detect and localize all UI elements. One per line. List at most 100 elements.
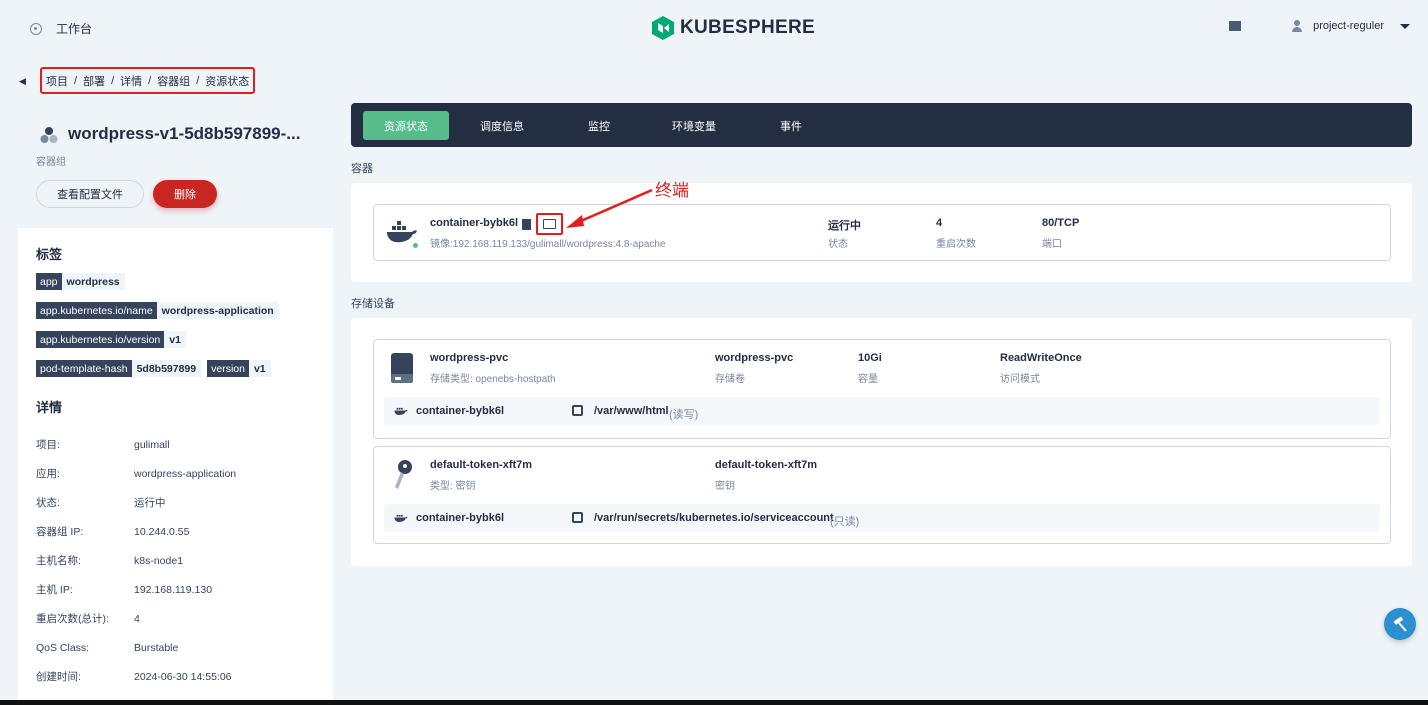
details-list: 项目: gulimall 应用: wordpress-application 状态:… bbox=[36, 430, 321, 691]
view-config-button[interactable]: 查看配置文件 bbox=[36, 180, 144, 208]
volume-ref[interactable]: wordpress-pvc bbox=[715, 352, 793, 364]
key-icon bbox=[395, 460, 412, 489]
crumb-detail[interactable]: 详情 bbox=[120, 73, 142, 89]
details-title: 详情 bbox=[36, 400, 63, 415]
detail-value: wordpress-application bbox=[134, 467, 237, 480]
label-tag: app.kubernetes.io/name wordpress-applicat… bbox=[36, 302, 279, 319]
access-mode: ReadWriteOnce bbox=[1000, 352, 1082, 364]
top-header: 工作台 KUBESPHERE project-reguler bbox=[0, 0, 1428, 56]
workbench-link[interactable]: 工作台 bbox=[30, 20, 92, 37]
detail-key: 项目: bbox=[36, 439, 60, 451]
detail-value: k8s-node1 bbox=[134, 554, 184, 567]
delete-button[interactable]: 删除 bbox=[153, 180, 217, 208]
volume-capacity: 10Gi bbox=[858, 352, 882, 364]
tab-resource-status[interactable]: 资源状态 bbox=[363, 111, 449, 140]
detail-row: 状态: 运行中 bbox=[36, 488, 321, 517]
help-hammer-button[interactable] bbox=[1384, 608, 1416, 640]
crumb-separator: / bbox=[111, 74, 115, 87]
label-key: app.kubernetes.io/version bbox=[36, 331, 165, 348]
mount-point-icon bbox=[572, 405, 583, 416]
detail-key: QoS Class: bbox=[36, 641, 90, 654]
containers-section-title: 容器 bbox=[351, 163, 373, 175]
window-bottom-edge bbox=[0, 700, 1428, 705]
breadcrumb: 项目 / 部署 / 详情 / 容器组 / 资源状态 bbox=[40, 67, 256, 94]
detail-row: 主机 IP: 192.168.119.130 bbox=[36, 575, 321, 604]
detail-key: 重启次数(总计): bbox=[36, 613, 109, 625]
detail-key: 容器组 IP: bbox=[36, 526, 84, 538]
tab-env-vars[interactable]: 环境变量 bbox=[651, 111, 737, 140]
container-image: 镜像:192.168.119.133/gulimall/wordpress:4.… bbox=[430, 239, 666, 250]
capacity-label: 容量 bbox=[858, 374, 878, 385]
crumb-separator: / bbox=[148, 74, 152, 87]
labels-list: app wordpress app.kubernetes.io/name wordp… bbox=[36, 273, 321, 389]
terminal-icon[interactable] bbox=[543, 219, 556, 229]
hard-disk-icon bbox=[391, 353, 413, 383]
label-key: app bbox=[36, 273, 62, 290]
detail-key: 状态: bbox=[36, 497, 60, 509]
label-value: wordpress-application bbox=[156, 302, 279, 319]
label-key: version bbox=[207, 360, 249, 377]
secret-ref-label: 密钥 bbox=[715, 481, 735, 492]
volume-name[interactable]: wordpress-pvc bbox=[430, 352, 508, 364]
detail-value: 运行中 bbox=[134, 497, 166, 509]
detail-row: 容器组 IP: 10.244.0.55 bbox=[36, 517, 321, 546]
storage-panel: wordpress-pvc 存储类型: openebs-hostpath wor… bbox=[351, 318, 1412, 566]
crumb-deploy[interactable]: 部署 bbox=[83, 73, 105, 89]
volume-card[interactable]: wordpress-pvc 存储类型: openebs-hostpath wor… bbox=[373, 339, 1391, 439]
detail-value: 2024-06-30 14:55:06 bbox=[134, 670, 232, 683]
detail-key: 创建时间: bbox=[36, 671, 81, 683]
label-value: v1 bbox=[248, 360, 271, 377]
notification-icon[interactable] bbox=[1229, 21, 1242, 31]
user-menu[interactable]: project-reguler bbox=[1313, 20, 1384, 32]
docker-icon bbox=[394, 514, 408, 522]
kubesphere-logo-icon bbox=[652, 16, 674, 40]
restart-label: 重启次数 bbox=[936, 239, 976, 250]
chevron-down-icon[interactable] bbox=[1400, 23, 1410, 29]
status-dot bbox=[412, 242, 419, 249]
crumb-pods[interactable]: 容器组 bbox=[157, 73, 190, 89]
container-port: 80/TCP bbox=[1042, 217, 1080, 229]
detail-key: 应用: bbox=[36, 468, 60, 480]
container-name[interactable]: container-bybk6l bbox=[430, 217, 518, 229]
crumb-project[interactable]: 项目 bbox=[46, 73, 68, 89]
detail-value: gulimall bbox=[134, 438, 170, 451]
page-title: wordpress-v1-5d8b597899-... bbox=[68, 124, 301, 143]
docker-icon bbox=[394, 407, 408, 415]
crumb-separator: / bbox=[196, 74, 200, 87]
mount-point-icon bbox=[572, 512, 583, 523]
workbench-label: 工作台 bbox=[56, 22, 93, 36]
label-tag: version v1 bbox=[207, 360, 271, 377]
tab-monitoring[interactable]: 监控 bbox=[561, 111, 637, 140]
detail-value: 10.244.0.55 bbox=[134, 525, 190, 538]
tab-scheduling[interactable]: 调度信息 bbox=[461, 111, 543, 140]
crumb-resource-status: 资源状态 bbox=[205, 75, 250, 88]
pod-info-card: 标签 app wordpress app.kubernetes.io/name wo… bbox=[18, 228, 333, 705]
back-arrow-icon[interactable]: ◀ bbox=[19, 76, 26, 87]
detail-value: 4 bbox=[134, 612, 140, 625]
secret-card[interactable]: default-token-xft7m 类型: 密钥 default-token… bbox=[373, 446, 1391, 544]
brand-logo[interactable]: KUBESPHERE bbox=[652, 16, 815, 40]
label-key: app.kubernetes.io/name bbox=[36, 302, 157, 319]
label-value: v1 bbox=[164, 331, 186, 348]
containers-panel: container-bybk6l 镜像:192.168.119.133/guli… bbox=[351, 183, 1412, 282]
detail-value: 192.168.119.130 bbox=[134, 583, 213, 596]
detail-row: 重启次数(总计): 4 bbox=[36, 604, 321, 633]
detail-value: Burstable bbox=[134, 641, 179, 654]
annotation-label: 终端 bbox=[655, 181, 689, 200]
detail-row: QoS Class: Burstable bbox=[36, 633, 321, 662]
secret-name[interactable]: default-token-xft7m bbox=[430, 459, 532, 471]
container-card[interactable]: container-bybk6l 镜像:192.168.119.133/guli… bbox=[373, 204, 1391, 261]
tab-events[interactable]: 事件 bbox=[751, 111, 831, 140]
label-value: wordpress bbox=[61, 273, 125, 290]
file-icon[interactable] bbox=[522, 219, 531, 230]
secret-ref[interactable]: default-token-xft7m bbox=[715, 459, 817, 471]
hammer-icon bbox=[1393, 616, 1407, 632]
label-tag: pod-template-hash 5d8b597899 bbox=[36, 360, 202, 377]
annotation-arrow-icon bbox=[566, 188, 653, 228]
detail-row: 项目: gulimall bbox=[36, 430, 321, 459]
pod-header: wordpress-v1-5d8b597899-... 容器组 查看配置文件 删… bbox=[18, 108, 333, 228]
label-tag: app.kubernetes.io/version v1 bbox=[36, 331, 186, 348]
detail-key: 主机名称: bbox=[36, 555, 81, 567]
mount-row: container-bybk6l /var/www/html (读写) bbox=[384, 397, 1380, 425]
detail-row: 应用: wordpress-application bbox=[36, 459, 321, 488]
